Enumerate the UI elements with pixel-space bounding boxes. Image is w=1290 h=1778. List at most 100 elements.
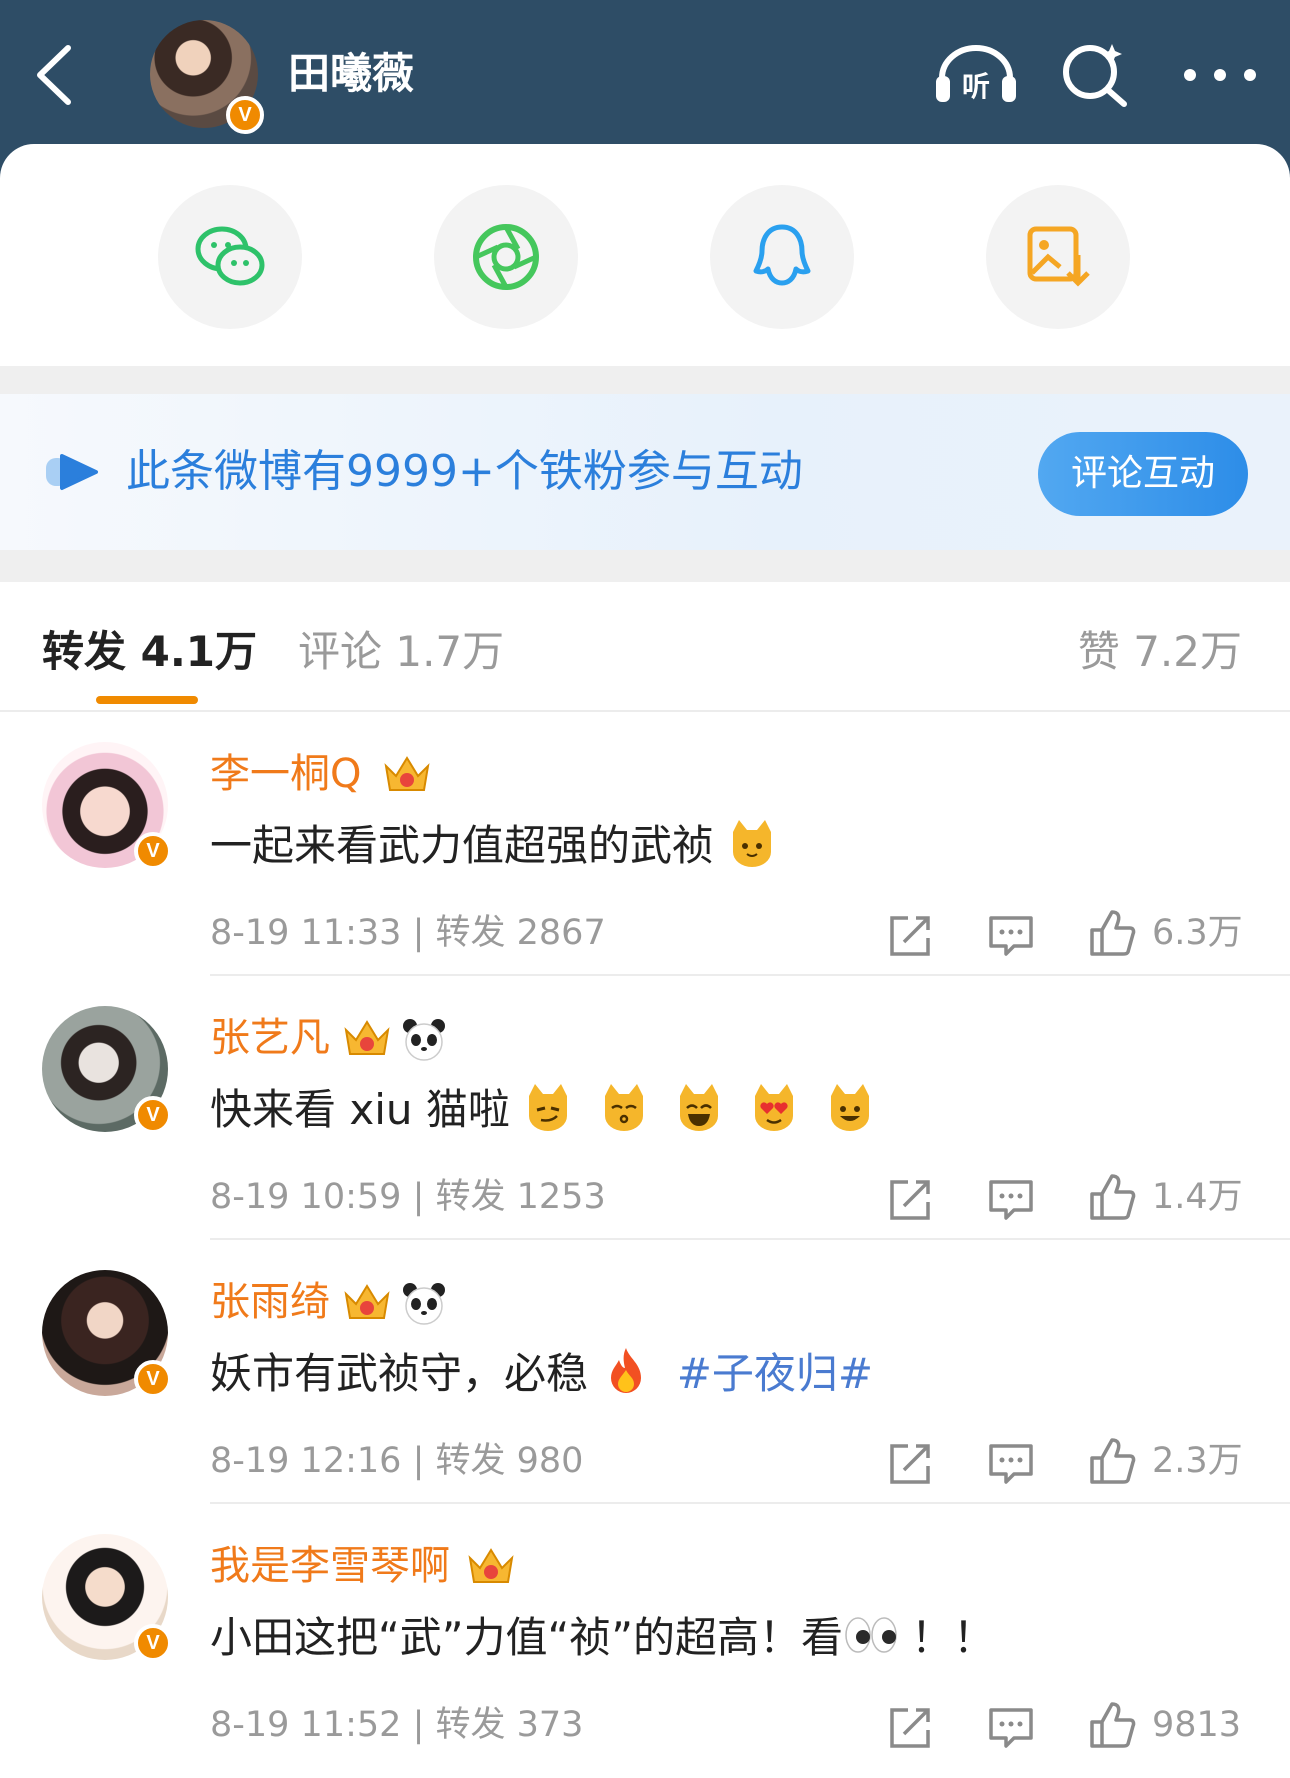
comment-icon[interactable]: [988, 1706, 1034, 1750]
verified-badge-icon: V: [134, 1096, 172, 1134]
username[interactable]: 张艺凡: [210, 1010, 330, 1066]
repost-count: 373: [516, 1705, 584, 1745]
repost-text: 一起来看武力值超强的武祯: [210, 816, 789, 876]
repost-count: 1253: [516, 1177, 606, 1217]
verified-badge-icon: V: [226, 96, 264, 134]
repost-time: 8-19 12:16: [210, 1441, 402, 1481]
tab-repost[interactable]: 转发 4.1万: [42, 622, 257, 682]
repost-meta: 8-19 11:33 | 转发 2867: [210, 913, 606, 953]
section-divider: [0, 366, 1290, 394]
comment-icon[interactable]: [988, 1442, 1034, 1486]
user-badges: [466, 1544, 520, 1590]
username[interactable]: 我是李雪琴啊: [210, 1538, 450, 1594]
more-icon[interactable]: [1180, 60, 1260, 90]
iron-fan-banner[interactable]: 此条微博有9999+个铁粉参与互动 评论互动: [0, 394, 1290, 550]
repost-text: 小田这把“武”力值“祯”的超高！看 ！！: [210, 1608, 995, 1668]
repost-text: 快来看 xiu 猫啦: [210, 1080, 887, 1140]
share-wechat-button[interactable]: [158, 185, 302, 329]
share-icon[interactable]: [888, 1442, 932, 1486]
user-badges: [342, 1280, 447, 1326]
like-count: 9813: [1152, 1705, 1242, 1745]
like-icon[interactable]: [1088, 1436, 1136, 1486]
author-avatar[interactable]: V: [150, 20, 264, 134]
repost-meta: 8-19 11:52 | 转发 373: [210, 1705, 584, 1745]
active-tab-indicator: [96, 696, 198, 704]
comment-icon[interactable]: [988, 914, 1034, 958]
repost-count: 2867: [516, 913, 606, 953]
crown-badge-icon: [344, 1020, 390, 1055]
repost-text-tail: ！！: [911, 1613, 996, 1662]
like-icon[interactable]: [1088, 908, 1136, 958]
comment-interact-button[interactable]: 评论互动: [1038, 432, 1248, 516]
share-icon[interactable]: [888, 1178, 932, 1222]
avatar[interactable]: V: [42, 1534, 172, 1662]
list-item[interactable]: V 李一桐Q 一起来看武力值超强的武祯 8-19 11:33 | 转发 2867…: [0, 712, 1290, 976]
panda-badge-icon: [403, 1283, 446, 1325]
like-icon[interactable]: [1088, 1172, 1136, 1222]
repost-time: 8-19 11:52: [210, 1705, 402, 1745]
repost-label: 转发: [435, 913, 506, 953]
like-icon[interactable]: [1088, 1700, 1136, 1750]
crown-badge-icon: [344, 1284, 390, 1319]
comment-icon[interactable]: [988, 1178, 1034, 1222]
heart-eyes-cat-emoji: [755, 1084, 794, 1131]
avatar[interactable]: V: [42, 1270, 172, 1398]
like-count: 1.4万: [1152, 1177, 1243, 1217]
repost-meta: 8-19 10:59 | 转发 1253: [210, 1177, 606, 1217]
repost-time: 8-19 10:59: [210, 1177, 402, 1217]
tab-bar: 转发 4.1万 评论 1.7万 赞 7.2万: [0, 582, 1290, 712]
fan-banner-text: 此条微博有9999+个铁粉参与互动: [126, 446, 803, 497]
share-qq-button[interactable]: [710, 185, 854, 329]
repost-text-body: 快来看 xiu 猫啦: [210, 1085, 510, 1134]
qq-icon: [753, 224, 811, 286]
share-icon[interactable]: [888, 914, 932, 958]
user-badges: [342, 1016, 447, 1062]
user-badges: [382, 752, 436, 798]
fan-play-icon: [46, 454, 98, 490]
cat-face-emoji: [733, 820, 772, 867]
fire-emoji: [611, 1348, 642, 1393]
hashtag-link[interactable]: #子夜归#: [677, 1349, 873, 1398]
repost-label: 转发: [435, 1705, 506, 1745]
back-arrow-icon[interactable]: [30, 40, 80, 110]
search-icon[interactable]: [1060, 38, 1130, 108]
save-image-icon: [1027, 226, 1090, 287]
repost-label: 转发: [435, 1441, 506, 1481]
list-item[interactable]: V 张雨绮 妖市有武祯守，必稳 #子夜归# 8-19 12:16 | 转发 98…: [0, 1240, 1290, 1504]
eyes-emoji: [845, 1617, 897, 1653]
smiling-cat-emoji: [830, 1084, 869, 1131]
like-count: 2.3万: [1152, 1441, 1243, 1481]
repost-text-body: 小田这把“武”力值“祯”的超高！看: [210, 1613, 844, 1662]
username[interactable]: 李一桐Q: [210, 746, 361, 802]
list-item[interactable]: V 我是李雪琴啊 小田这把“武”力值“祯”的超高！看 ！！ 8-19 11:52…: [0, 1504, 1290, 1768]
repost-label: 转发: [435, 1177, 506, 1217]
save-image-button[interactable]: [986, 185, 1130, 329]
repost-text-body: 一起来看武力值超强的武祯: [210, 821, 715, 870]
crown-badge-icon: [468, 1548, 514, 1583]
kissing-cat-emoji: [604, 1084, 643, 1131]
tab-comment[interactable]: 评论 1.7万: [298, 622, 504, 682]
wechat-icon: [195, 226, 265, 286]
verified-badge-icon: V: [134, 1360, 172, 1398]
list-item[interactable]: V 张艺凡 快来看 xiu 猫啦 8-19 10:59 | 转发 1253 1.…: [0, 976, 1290, 1240]
page-title: 田曦薇: [288, 49, 415, 98]
repost-time: 8-19 11:33: [210, 913, 402, 953]
panda-badge-icon: [403, 1019, 446, 1061]
moments-icon: [473, 224, 539, 290]
share-icon[interactable]: [888, 1706, 932, 1750]
listen-label: 听: [962, 70, 990, 103]
repost-text: 妖市有武祯守，必稳 #子夜归#: [210, 1344, 873, 1404]
verified-badge-icon: V: [134, 832, 172, 870]
smirk-cat-emoji: [529, 1084, 568, 1131]
share-moments-button[interactable]: [434, 185, 578, 329]
grinning-cat-emoji: [679, 1084, 718, 1131]
username[interactable]: 张雨绮: [210, 1274, 330, 1330]
repost-meta: 8-19 12:16 | 转发 980: [210, 1441, 584, 1481]
listen-headphone-icon[interactable]: 听: [934, 40, 1018, 106]
avatar[interactable]: V: [42, 742, 172, 870]
verified-badge-icon: V: [134, 1624, 172, 1662]
like-count: 6.3万: [1152, 913, 1243, 953]
tab-like[interactable]: 赞 7.2万: [1078, 622, 1242, 682]
avatar[interactable]: V: [42, 1006, 172, 1134]
crown-badge-icon: [384, 756, 430, 791]
